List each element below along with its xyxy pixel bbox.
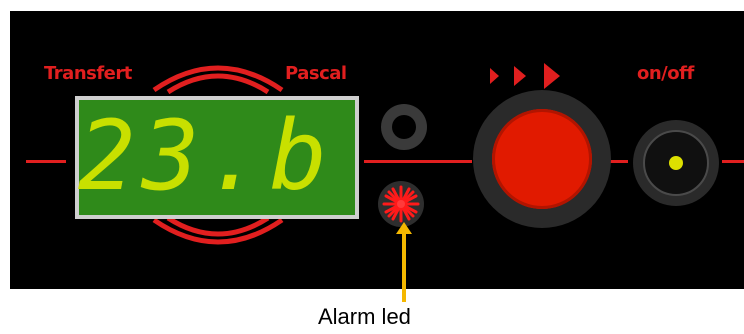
- brand-transfert: Transfert: [44, 63, 132, 84]
- power-dot-icon: [669, 156, 683, 170]
- brand-pascal: Pascal: [285, 63, 347, 84]
- top-arcs: [152, 65, 284, 95]
- onoff-label: on/off: [637, 63, 694, 84]
- lcd-display: 23.b: [75, 96, 359, 219]
- small-ring-indicator: [381, 104, 427, 150]
- alarm-pointer-arrow: [396, 222, 412, 302]
- starburst-led-icon: [382, 185, 420, 223]
- run-button-face[interactable]: [492, 109, 592, 209]
- alarm-led-caption: Alarm led: [318, 304, 411, 329]
- triple-play-arrows-icon: [490, 63, 560, 89]
- panel-line-left: [26, 160, 66, 163]
- instrument-panel: Transfert Pascal 23.b on/off: [10, 11, 744, 289]
- panel-line-mid: [364, 160, 472, 163]
- panel-line-right2: [722, 160, 744, 163]
- run-button[interactable]: [473, 90, 611, 228]
- lcd-readout: 23.b: [77, 100, 333, 212]
- alarm-led: [378, 181, 424, 227]
- onoff-button[interactable]: [633, 120, 719, 206]
- bottom-arcs: [152, 216, 284, 245]
